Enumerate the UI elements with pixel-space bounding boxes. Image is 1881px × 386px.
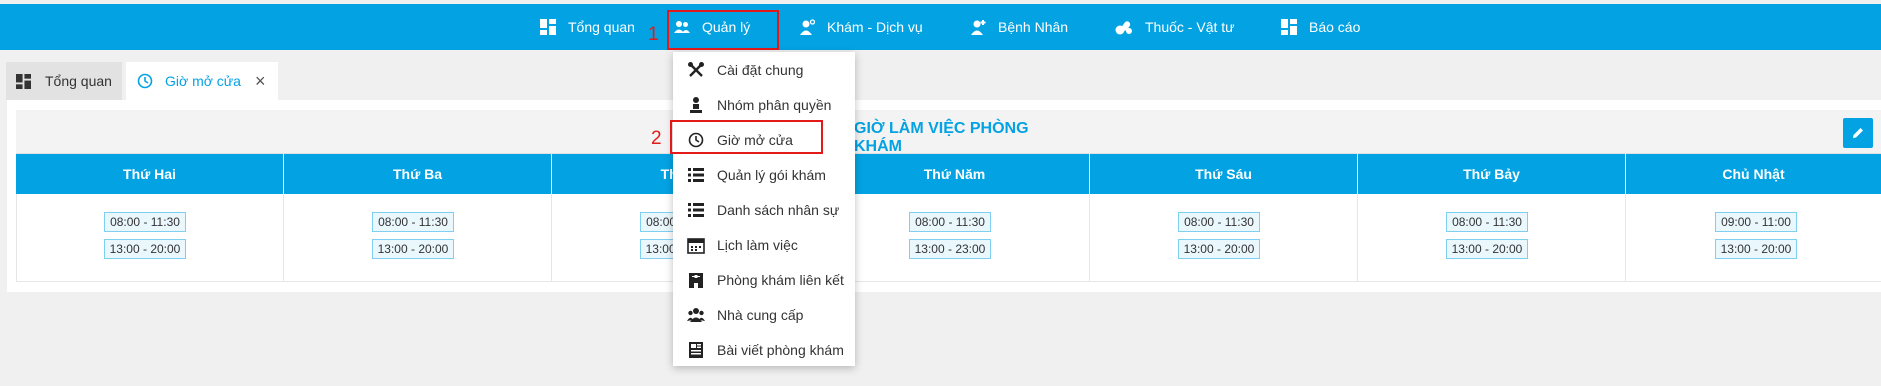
nav-item-kham-dich-vu[interactable]: Khám - Dịch vụ [799,4,923,50]
quan-ly-dropdown-menu: Cài đặt chung Nhóm phân quyền Giờ mở cửa… [673,52,855,366]
menu-item-phong-kham-lien-ket[interactable]: Phòng khám liên kết [673,262,855,297]
step-number-2: 2 [651,128,662,149]
nav-item-thuoc-vat-tu[interactable]: Thuốc - Vật tư [1115,4,1235,50]
day-header-thu-ba: Thứ Ba [284,154,552,194]
day-cell-thu-bay: 08:00 - 11:30 13:00 - 20:00 [1358,194,1626,282]
dashboard-icon [540,19,556,35]
time-slot[interactable]: 08:00 - 11:30 [1178,212,1260,232]
report-icon [1281,19,1297,35]
step-number-1: 1 [648,24,659,45]
nav-item-tong-quan[interactable]: Tổng quan [540,4,635,50]
day-cell-thu-hai: 08:00 - 11:30 13:00 - 20:00 [16,194,284,282]
day-header-thu-nam: Thứ Năm [820,154,1090,194]
nav-item-label: Khám - Dịch vụ [827,19,923,35]
day-header-thu-bay: Thứ Bảy [1358,154,1626,194]
clock-icon [688,132,704,148]
schedule-title: GIỜ LÀM VIỆC PHÒNG KHÁM [854,120,1029,155]
time-slot[interactable]: 09:00 - 11:00 [1715,212,1797,232]
menu-item-lich-lam-viec[interactable]: Lịch làm việc [673,227,855,262]
building-icon [689,273,703,288]
nav-item-label: Tổng quan [568,19,635,35]
time-slot[interactable]: 08:00 - 11:30 [104,212,186,232]
time-slot[interactable]: 13:00 - 23:00 [909,239,991,259]
nav-item-label: Quản lý [702,19,751,35]
nav-item-label: Báo cáo [1309,19,1361,35]
edit-schedule-button[interactable] [1843,118,1873,148]
group-permission-icon [690,97,702,113]
nav-item-bao-cao[interactable]: Báo cáo [1281,4,1360,50]
menu-item-bai-viet-phong-kham[interactable]: Bài viết phòng khám [673,332,855,367]
menu-item-label: Cài đặt chung [717,61,804,78]
tab-label: Giờ mở cửa [165,73,241,89]
dashboard-icon [16,73,31,89]
list-icon [688,203,704,217]
day-cell-chu-nhat: 09:00 - 11:00 13:00 - 20:00 [1626,194,1881,282]
nav-item-benh-nhan[interactable]: Bệnh Nhân [970,4,1068,50]
day-header-chu-nhat: Chủ Nhật [1626,154,1881,194]
menu-item-cai-dat-chung[interactable]: Cài đặt chung [673,52,855,87]
doctor-icon [800,19,815,35]
patient-icon [971,20,986,35]
menu-item-label: Quản lý gói khám [717,166,826,183]
menu-item-label: Bài viết phòng khám [717,341,844,358]
list-icon [688,168,704,182]
time-slot[interactable]: 13:00 - 20:00 [372,239,454,259]
menu-item-quan-ly-goi-kham[interactable]: Quản lý gói khám [673,157,855,192]
day-header-thu-sau: Thứ Sáu [1090,154,1358,194]
tab-tong-quan[interactable]: Tổng quan [6,62,122,100]
menu-item-label: Danh sách nhân sự [717,201,840,218]
time-slot[interactable]: 08:00 - 11:30 [909,212,991,232]
nav-item-quan-ly[interactable]: Quản lý [674,4,750,50]
menu-item-nhom-phan-quyen[interactable]: Nhóm phân quyền [673,87,855,122]
day-cell-thu-ba: 08:00 - 11:30 13:00 - 20:00 [284,194,552,282]
day-cell-thu-nam: 08:00 - 11:30 13:00 - 23:00 [820,194,1090,282]
time-slot[interactable]: 13:00 - 20:00 [104,239,186,259]
menu-item-nha-cung-cap[interactable]: Nhà cung cấp [673,297,855,332]
nav-item-label: Bệnh Nhân [998,19,1069,35]
clock-icon [137,73,153,89]
menu-item-label: Phòng khám liên kết [717,271,844,288]
time-slot[interactable]: 08:00 - 11:30 [1446,212,1528,232]
day-cell-thu-sau: 08:00 - 11:30 13:00 - 20:00 [1090,194,1358,282]
time-slot[interactable]: 08:00 - 11:30 [372,212,454,232]
pencil-icon [1853,128,1863,138]
close-icon[interactable]: × [255,71,266,92]
medicine-icon [1115,21,1132,35]
supplier-icon [687,308,705,322]
tab-label: Tổng quan [45,73,112,89]
tools-icon [688,62,704,77]
users-icon [674,21,690,33]
tab-gio-mo-cua[interactable]: Giờ mở cửa × [126,62,278,100]
menu-item-gio-mo-cua[interactable]: Giờ mở cửa [673,122,855,157]
time-slot[interactable]: 13:00 - 20:00 [1446,239,1528,259]
article-icon [689,342,703,358]
day-header-thu-hai: Thứ Hai [16,154,284,194]
menu-item-label: Giờ mở cửa [717,131,793,148]
calendar-icon [687,238,705,254]
menu-item-label: Lịch làm việc [717,236,798,253]
time-slot[interactable]: 13:00 - 20:00 [1715,239,1797,259]
time-slot[interactable]: 13:00 - 20:00 [1178,239,1260,259]
nav-item-label: Thuốc - Vật tư [1145,19,1235,35]
menu-item-danh-sach-nhan-su[interactable]: Danh sách nhân sự [673,192,855,227]
top-nav-bar: Tổng quan Quản lý Khám - Dịch vụ Bệnh Nh… [0,4,1881,50]
menu-item-label: Nhà cung cấp [717,306,804,323]
menu-item-label: Nhóm phân quyền [717,96,832,113]
